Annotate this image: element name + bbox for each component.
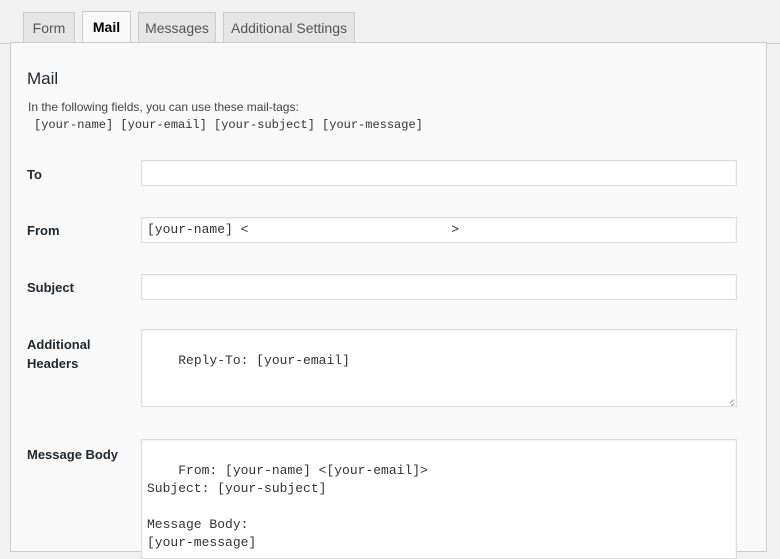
mail-tags-intro: In the following fields, you can use the… [28,100,299,114]
tab-form[interactable]: Form [23,12,75,42]
to-label: To [27,167,42,182]
tab-additional-settings[interactable]: Additional Settings [223,12,355,42]
panel-title: Mail [27,69,59,88]
tab-messages[interactable]: Messages [138,12,216,42]
mail-panel: Mail In the following fields, you can us… [10,42,767,559]
tab-bar: Form Mail Messages Additional Settings [0,0,780,44]
from-label: From [27,223,60,238]
tab-mail[interactable]: Mail [82,11,131,43]
to-input[interactable] [141,160,737,186]
subject-input[interactable] [141,274,737,300]
additional-headers-value: Reply-To: [your-email] [178,353,350,368]
resize-handle-icon[interactable] [727,397,734,404]
from-input[interactable]: [your-name] < > [141,217,737,243]
message-body-textarea[interactable]: From: [your-name] <[your-email]> Subject… [141,439,737,559]
message-body-value: From: [your-name] <[your-email]> Subject… [147,463,428,550]
additional-headers-textarea[interactable]: Reply-To: [your-email] [141,329,737,407]
additional-headers-label-line1: Additional [27,337,91,352]
subject-label: Subject [27,280,74,295]
mail-tags-list: [your-name] [your-email] [your-subject] … [34,118,423,132]
message-body-label: Message Body [27,447,119,462]
additional-headers-label-line2: Headers [27,356,79,371]
